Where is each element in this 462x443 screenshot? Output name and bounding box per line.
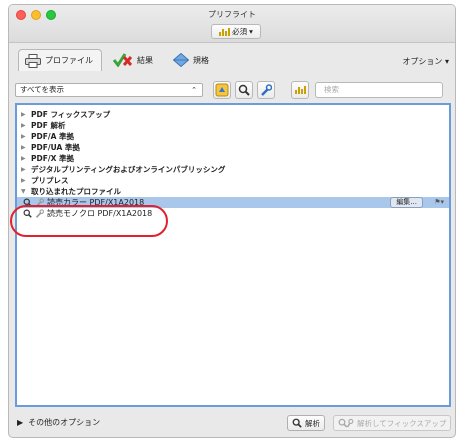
magnifier-icon xyxy=(292,418,302,428)
category-pdfa[interactable]: ▶ PDF/A 準拠 xyxy=(17,131,449,142)
required-filter-button[interactable] xyxy=(291,81,309,99)
tab-results[interactable]: 結果 xyxy=(107,49,159,71)
category-label: PDF フィックスアップ xyxy=(31,110,111,119)
profile-label: 読売カラー PDF/X1A2018 xyxy=(47,198,145,207)
expand-triangle-icon: ▶ xyxy=(17,418,24,427)
more-options-label: その他のオプション xyxy=(28,418,101,427)
check-cross-icon xyxy=(113,53,133,67)
profile-label: 読売モノクロ PDF/X1A2018 xyxy=(47,209,153,218)
category-label: PDF/X 準拠 xyxy=(31,154,74,163)
fixup-button[interactable] xyxy=(257,81,275,99)
footer-bar: ▶ その他のオプション 解析 解析してフィックスアップ xyxy=(9,410,455,437)
category-pdf-fixups[interactable]: ▶ PDF フィックスアップ xyxy=(17,109,449,120)
profile-toolbar: すべてを表示 ⌃ 検索 xyxy=(15,79,451,101)
magnifier-icon xyxy=(238,84,250,96)
bars-icon xyxy=(219,27,231,36)
profile-item-yomiuri-mono[interactable]: 読売モノクロ PDF/X1A2018 xyxy=(17,208,449,219)
printer-icon xyxy=(25,53,41,68)
expand-triangle-icon: ▶ xyxy=(21,166,26,173)
tab-standards[interactable]: 規格 xyxy=(167,49,215,71)
wrench-icon xyxy=(35,209,44,218)
analyze-fix-label: 解析してフィックスアップ xyxy=(357,418,447,428)
tab-standards-label: 規格 xyxy=(193,55,209,65)
select-profile-button[interactable] xyxy=(213,81,231,99)
title-bar: プリフライト 必須 ▾ xyxy=(9,5,455,43)
analyze-button[interactable]: 解析 xyxy=(287,415,325,431)
category-imported-profiles[interactable]: ▼ 取り込まれたプロファイル xyxy=(17,186,449,197)
magnifier-wrench-icon xyxy=(338,418,354,428)
collapse-triangle-icon: ▼ xyxy=(21,188,26,195)
profile-item-yomiuri-color[interactable]: 読売カラー PDF/X1A2018 編集... ⚑▾ xyxy=(17,197,449,208)
expand-triangle-icon: ▶ xyxy=(21,144,26,151)
expand-triangle-icon: ▶ xyxy=(21,177,26,184)
required-label: 必須 xyxy=(232,27,248,36)
search-profiles-button[interactable] xyxy=(235,81,253,99)
category-label: PDF/UA 準拠 xyxy=(31,143,80,152)
magnifier-icon xyxy=(23,198,32,207)
flag-menu-icon[interactable]: ⚑▾ xyxy=(434,198,444,206)
category-pdf-analysis[interactable]: ▶ PDF 解析 xyxy=(17,120,449,131)
tab-results-label: 結果 xyxy=(137,55,153,65)
category-prepress[interactable]: ▶ プリプレス xyxy=(17,175,449,186)
category-pdfx[interactable]: ▶ PDF/X 準拠 xyxy=(17,153,449,164)
preflight-window: プリフライト 必須 ▾ プロファイル 結果 規格 オプション ▾ すべてを表示 … xyxy=(8,4,456,438)
category-pdfua[interactable]: ▶ PDF/UA 準拠 xyxy=(17,142,449,153)
tab-bar: プロファイル 結果 規格 オプション ▾ xyxy=(9,44,455,72)
analyze-and-fix-button[interactable]: 解析してフィックスアップ xyxy=(333,415,452,431)
expand-triangle-icon: ▶ xyxy=(21,122,26,129)
category-label: 取り込まれたプロファイル xyxy=(31,187,121,196)
chevron-down-icon: ▾ xyxy=(249,27,253,36)
profile-list: ▶ PDF フィックスアップ ▶ PDF 解析 ▶ PDF/A 準拠 ▶ PDF/UA … xyxy=(15,103,451,407)
more-options-toggle[interactable]: ▶ その他のオプション xyxy=(17,417,100,428)
filter-value: すべてを表示 xyxy=(20,85,65,94)
expand-triangle-icon: ▶ xyxy=(21,155,26,162)
search-input[interactable]: 検索 xyxy=(315,82,443,98)
window-title: プリフライト xyxy=(208,10,256,19)
edit-button[interactable]: 編集... xyxy=(390,197,423,208)
wrench-icon xyxy=(261,84,272,96)
expand-triangle-icon: ▶ xyxy=(21,133,26,140)
analyze-label: 解析 xyxy=(305,418,320,428)
tab-profiles[interactable]: プロファイル xyxy=(18,49,102,71)
filter-dropdown[interactable]: すべてを表示 ⌃ xyxy=(15,83,203,97)
bars-icon xyxy=(294,86,306,94)
dropdown-arrow-icon: ⌃ xyxy=(191,86,197,94)
profile-selector-icon xyxy=(215,83,229,97)
magnifier-icon xyxy=(23,209,32,218)
category-label: デジタルプリンティングおよびオンラインパブリッシング xyxy=(31,165,226,174)
category-label: プリプレス xyxy=(31,176,69,185)
category-label: PDF/A 準拠 xyxy=(31,132,75,141)
diamond-icon xyxy=(173,53,189,67)
required-dropdown[interactable]: 必須 ▾ xyxy=(211,24,261,39)
category-label: PDF 解析 xyxy=(31,121,66,130)
options-menu[interactable]: オプション ▾ xyxy=(402,56,449,67)
expand-triangle-icon: ▶ xyxy=(21,111,26,118)
tab-profiles-label: プロファイル xyxy=(45,56,93,65)
category-digital-printing[interactable]: ▶ デジタルプリンティングおよびオンラインパブリッシング xyxy=(17,164,449,175)
wrench-icon xyxy=(35,198,44,207)
